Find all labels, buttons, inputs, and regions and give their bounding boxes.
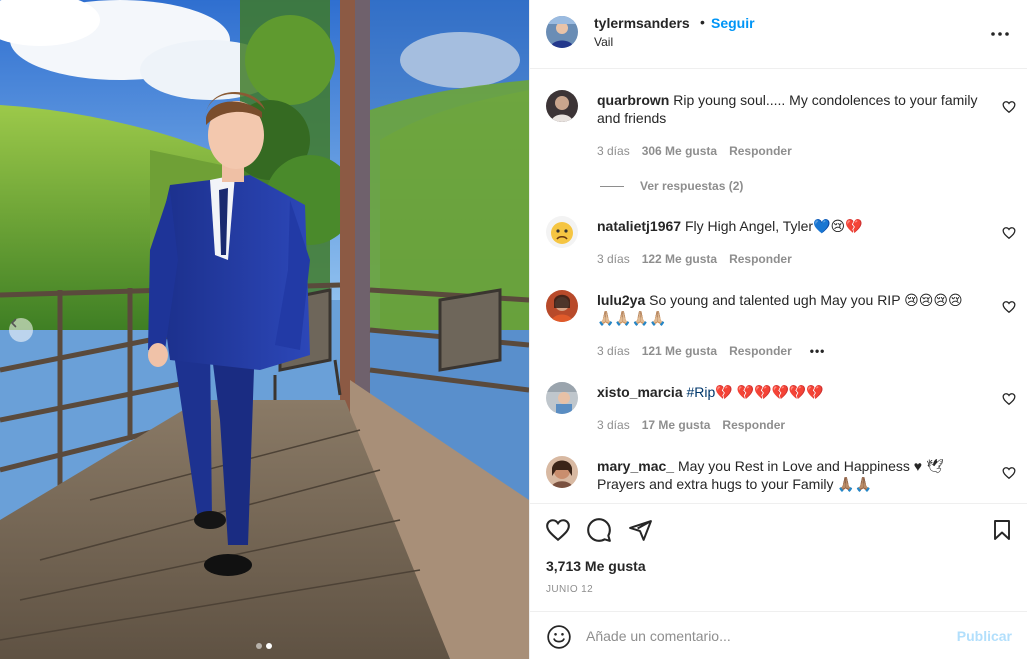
commenter-avatar[interactable]	[546, 382, 578, 414]
carousel-dots	[256, 643, 272, 649]
carousel-prev-button[interactable]	[9, 318, 33, 342]
comment-body: 💔 💔💔💔💔💔	[715, 384, 824, 400]
header-separator: •	[700, 14, 705, 30]
smiley-icon[interactable]	[546, 624, 572, 650]
comment-likes[interactable]: 122 Me gusta	[642, 252, 717, 266]
heart-icon[interactable]	[1002, 100, 1016, 114]
heart-icon[interactable]	[1002, 226, 1016, 240]
comment-item: lulu2ya So young and talented ugh May yo…	[530, 290, 1027, 360]
commenter-avatar[interactable]	[546, 456, 578, 488]
heart-icon[interactable]	[1002, 300, 1016, 314]
publish-button[interactable]: Publicar	[957, 628, 1012, 644]
comment-username[interactable]: lulu2ya	[597, 292, 645, 308]
comment-item: quarbrown Rip young soul..... My condole…	[530, 90, 1027, 220]
more-options-button[interactable]	[988, 22, 1012, 46]
comment-username[interactable]: mary_mac_	[597, 458, 674, 474]
commenter-avatar[interactable]	[546, 216, 578, 248]
comment-age[interactable]: 3 días	[597, 252, 630, 266]
comment-text: xisto_marcia #Rip💔 💔💔💔💔💔	[597, 383, 982, 401]
reply-button[interactable]: Responder	[729, 344, 792, 358]
follow-button[interactable]: Seguir	[711, 15, 755, 31]
chevron-left-icon	[10, 318, 17, 328]
comment-body: Fly High Angel, Tyler💙😢💔	[684, 218, 863, 234]
post-image-illustration	[0, 0, 529, 659]
comment-icon	[587, 518, 611, 542]
comment-meta: 3 días 122 Me gusta Responder	[597, 252, 792, 266]
comment-more-button[interactable]: •••	[810, 344, 826, 358]
comment-username[interactable]: quarbrown	[597, 92, 669, 108]
comment-hashtag[interactable]: #Rip	[687, 384, 716, 400]
post-date[interactable]: Junio 12	[546, 584, 593, 595]
share-button[interactable]	[626, 516, 654, 544]
add-comment-input[interactable]	[586, 624, 946, 648]
avatar-image	[546, 456, 578, 488]
comment-text: natalietj1967 Fly High Angel, Tyler💙😢💔	[597, 217, 982, 235]
comment-text: mary_mac_ May you Rest in Love and Happi…	[597, 457, 982, 493]
heart-icon[interactable]	[1002, 392, 1016, 406]
comment-likes[interactable]: 306 Me gusta	[642, 144, 717, 158]
avatar-image	[546, 90, 578, 122]
comment-username[interactable]: xisto_marcia	[597, 384, 683, 400]
comment-meta: 3 días 17 Me gusta Responder	[597, 418, 785, 432]
view-replies-label: Ver respuestas (2)	[640, 179, 744, 193]
heart-icon	[546, 519, 570, 542]
bookmark-icon	[994, 520, 1010, 540]
post-actions: 3,713 Me gusta Junio 12	[530, 503, 1027, 611]
reply-button[interactable]: Responder	[722, 418, 785, 432]
comment-item: natalietj1967 Fly High Angel, Tyler💙😢💔 3…	[530, 216, 1027, 276]
comment-age[interactable]: 3 días	[597, 418, 630, 432]
post-likes-count[interactable]: 3,713 Me gusta	[546, 558, 646, 574]
comment-item: mary_mac_ May you Rest in Love and Happi…	[530, 456, 1027, 502]
comment-body: So young and talented ugh May you RIP 😢😢…	[597, 292, 963, 326]
comment-likes[interactable]: 121 Me gusta	[642, 344, 717, 358]
comment-age[interactable]: 3 días	[597, 344, 630, 358]
carousel-dot-active	[266, 643, 272, 649]
avatar-image	[546, 382, 578, 414]
avatar-image	[546, 16, 578, 48]
commenter-avatar[interactable]	[546, 90, 578, 122]
author-username[interactable]: tylermsanders	[594, 15, 690, 31]
save-button[interactable]	[988, 516, 1016, 544]
author-avatar[interactable]	[546, 16, 578, 48]
post-header: tylermsanders • Seguir Vail	[530, 0, 1027, 69]
comment-age[interactable]: 3 días	[597, 144, 630, 158]
comment-item: xisto_marcia #Rip💔 💔💔💔💔💔 3 días 17 Me gu…	[530, 382, 1027, 442]
reply-button[interactable]: Responder	[729, 144, 792, 158]
post-location[interactable]: Vail	[594, 35, 613, 49]
comment-text: quarbrown Rip young soul..... My condole…	[597, 91, 982, 127]
replies-divider	[600, 185, 624, 187]
avatar-image	[546, 290, 578, 322]
post-side-panel: tylermsanders • Seguir Vail quarbrown Ri…	[529, 0, 1027, 659]
like-button[interactable]	[544, 516, 572, 544]
reply-button[interactable]: Responder	[729, 252, 792, 266]
heart-icon[interactable]	[1002, 466, 1016, 480]
comment-meta: 3 días 121 Me gusta Responder •••	[597, 344, 825, 358]
comment-username[interactable]: natalietj1967	[597, 218, 681, 234]
post-photo[interactable]	[0, 0, 529, 659]
carousel-dot	[256, 643, 262, 649]
comment-text: lulu2ya So young and talented ugh May yo…	[597, 291, 982, 327]
paper-plane-icon	[628, 519, 652, 541]
add-comment-bar: Publicar	[530, 611, 1027, 659]
comments-list: quarbrown Rip young soul..... My condole…	[530, 70, 1027, 502]
comment-likes[interactable]: 17 Me gusta	[642, 418, 711, 432]
comment-meta: 3 días 306 Me gusta Responder	[597, 144, 792, 158]
avatar-image	[546, 216, 578, 248]
more-icon	[991, 32, 1009, 36]
view-replies-button[interactable]: Ver respuestas (2)	[600, 179, 743, 193]
commenter-avatar[interactable]	[546, 290, 578, 322]
comment-button[interactable]	[585, 516, 613, 544]
